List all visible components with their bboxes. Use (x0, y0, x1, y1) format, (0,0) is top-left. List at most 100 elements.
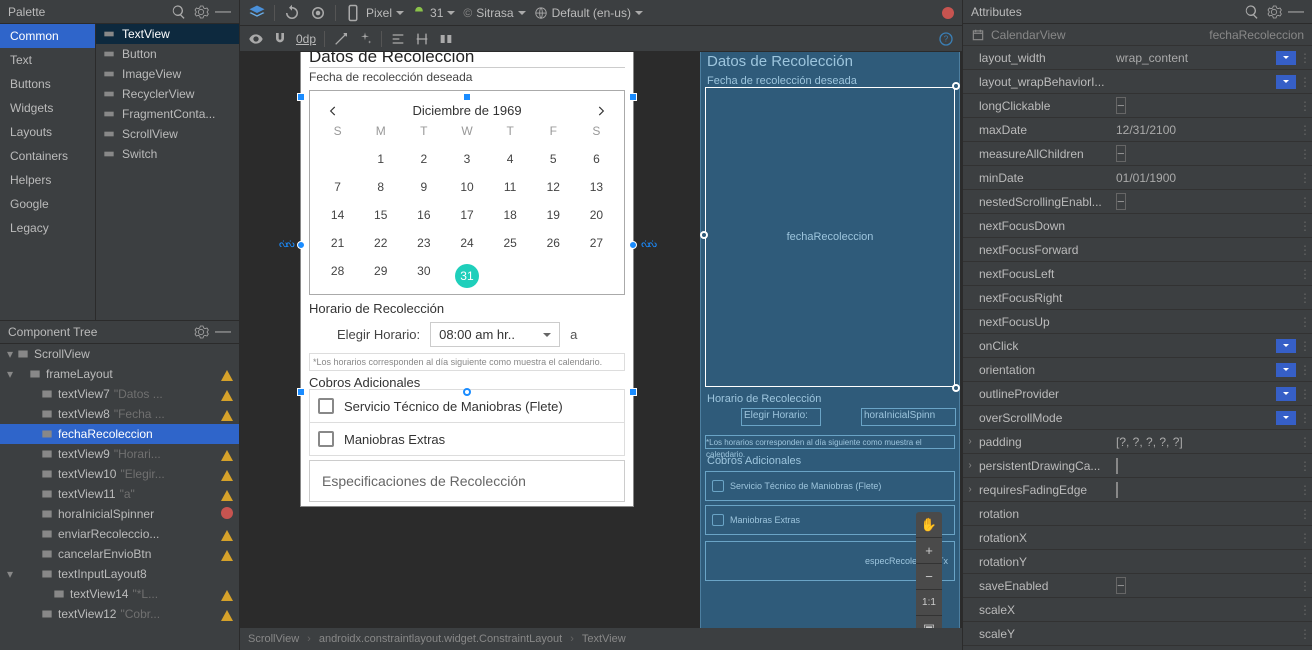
more-icon[interactable]: ⋮ (1298, 243, 1312, 257)
calendar-day[interactable]: 3 (445, 152, 488, 166)
calendar-day[interactable]: 28 (316, 264, 359, 288)
attribute-row[interactable]: ›requiresFadingEdge⋮ (963, 478, 1312, 502)
palette-item[interactable]: RecyclerView (96, 84, 239, 104)
calendar-day[interactable]: 21 (316, 236, 359, 250)
calendar-day[interactable]: 12 (532, 180, 575, 194)
dropdown-icon[interactable] (1276, 387, 1296, 401)
tree-row[interactable]: ▾frameLayout (0, 364, 239, 384)
error-indicator-icon[interactable] (942, 7, 954, 19)
attribute-row[interactable]: orientation⋮ (963, 358, 1312, 382)
more-icon[interactable]: ⋮ (1298, 579, 1312, 593)
calendar-day[interactable]: 5 (532, 152, 575, 166)
calendar-day[interactable]: 8 (359, 180, 402, 194)
palette-category-common[interactable]: Common (0, 24, 95, 48)
calendar-day[interactable]: 7 (316, 180, 359, 194)
palette-category-buttons[interactable]: Buttons (0, 72, 95, 96)
calendar-day[interactable]: 31 (445, 264, 488, 288)
wand-icon[interactable] (333, 31, 349, 47)
attribute-row[interactable]: ›padding[?, ?, ?, ?, ?]⋮ (963, 430, 1312, 454)
more-icon[interactable]: ⋮ (1298, 411, 1312, 425)
palette-item[interactable]: ImageView (96, 64, 239, 84)
hora-spinner[interactable]: 08:00 am hr.. (430, 322, 560, 347)
more-icon[interactable]: ⋮ (1298, 435, 1312, 449)
tree-row[interactable]: horaInicialSpinner (0, 504, 239, 524)
more-icon[interactable]: ⋮ (1298, 267, 1312, 281)
calendar-day[interactable]: 11 (489, 180, 532, 194)
attribute-row[interactable]: nextFocusUp⋮ (963, 310, 1312, 334)
dropdown-icon[interactable] (1276, 411, 1296, 425)
dropdown-icon[interactable] (1276, 51, 1296, 65)
calendar-day[interactable]: 2 (402, 152, 445, 166)
help-icon[interactable]: ? (938, 31, 954, 47)
tree-row[interactable]: textView10"Elegir... (0, 464, 239, 484)
more-icon[interactable]: ⋮ (1298, 627, 1312, 641)
calendar-day[interactable]: 10 (445, 180, 488, 194)
tree-row[interactable]: enviarRecoleccio... (0, 524, 239, 544)
attribute-row[interactable]: rotation⋮ (963, 502, 1312, 526)
tree-row[interactable]: cancelarEnvioBtn (0, 544, 239, 564)
dropdown-icon[interactable] (1276, 363, 1296, 377)
calendar-day[interactable]: 26 (532, 236, 575, 250)
attribute-row[interactable]: nextFocusRight⋮ (963, 286, 1312, 310)
palette-category-containers[interactable]: Containers (0, 144, 95, 168)
gear-icon[interactable] (193, 324, 209, 340)
tree-row[interactable]: fechaRecoleccion (0, 424, 239, 444)
check-servicio[interactable]: Servicio Técnico de Maniobras (Flete) (309, 389, 625, 423)
dropdown-icon[interactable] (1276, 339, 1296, 353)
palette-item[interactable]: Button (96, 44, 239, 64)
tree-row[interactable]: textView9"Horari... (0, 444, 239, 464)
tree-row[interactable]: textView14"*L... (0, 584, 239, 604)
attribute-row[interactable]: overScrollMode⋮ (963, 406, 1312, 430)
calendar-day[interactable]: 14 (316, 208, 359, 222)
attribute-row[interactable]: minDate01/01/1900⋮ (963, 166, 1312, 190)
calendar-day[interactable]: 6 (575, 152, 618, 166)
attribute-row[interactable]: outlineProvider⋮ (963, 382, 1312, 406)
chevron-left-icon[interactable] (326, 104, 340, 118)
more-icon[interactable]: ⋮ (1298, 507, 1312, 521)
espec-input[interactable]: Especificaciones de Recolección (309, 460, 625, 502)
calendar-day[interactable]: 9 (402, 180, 445, 194)
tree-row[interactable]: textView7"Datos ... (0, 384, 239, 404)
attribute-row[interactable]: measureAllChildren−⋮ (963, 142, 1312, 166)
palette-category-helpers[interactable]: Helpers (0, 168, 95, 192)
calendar-day[interactable]: 30 (402, 264, 445, 288)
attribute-row[interactable]: nestedScrollingEnabl...−⋮ (963, 190, 1312, 214)
attribute-row[interactable]: layout_widthwrap_content⋮ (963, 46, 1312, 70)
design-preview[interactable]: Datos de Recolección Fecha de recolecció… (300, 52, 634, 507)
attribute-row[interactable]: ›persistentDrawingCa...⋮ (963, 454, 1312, 478)
tree-row[interactable]: textView11"a" (0, 484, 239, 504)
palette-category-layouts[interactable]: Layouts (0, 120, 95, 144)
palette-item[interactable]: ScrollView (96, 124, 239, 144)
search-icon[interactable] (171, 4, 187, 20)
attributes-list[interactable]: layout_widthwrap_content⋮layout_wrapBeha… (963, 46, 1312, 650)
chevron-right-icon[interactable] (594, 104, 608, 118)
more-icon[interactable]: ⋮ (1298, 219, 1312, 233)
attribute-row[interactable]: nextFocusDown⋮ (963, 214, 1312, 238)
calendar-day[interactable]: 24 (445, 236, 488, 250)
tree-row[interactable]: ▾textInputLayout8 (0, 564, 239, 584)
zoom-in-button[interactable]: + (916, 538, 942, 564)
more-icon[interactable]: ⋮ (1298, 531, 1312, 545)
more-icon[interactable]: ⋮ (1298, 387, 1312, 401)
attribute-row[interactable]: layout_wrapBehaviorI...⋮ (963, 70, 1312, 94)
palette-item[interactable]: TextView (96, 24, 239, 44)
search-icon[interactable] (1244, 4, 1260, 20)
pack-icon[interactable] (438, 31, 454, 47)
sparkle-icon[interactable] (357, 31, 373, 47)
tree-row[interactable]: textView8"Fecha ... (0, 404, 239, 424)
more-icon[interactable]: ⋮ (1298, 75, 1312, 89)
check-maniobras[interactable]: Maniobras Extras (309, 422, 625, 456)
component-tree[interactable]: ▾ScrollView▾frameLayouttextView7"Datos .… (0, 344, 239, 632)
attribute-row[interactable]: rotationY⋮ (963, 550, 1312, 574)
minimize-icon[interactable]: — (215, 4, 231, 20)
calendar-day[interactable]: 27 (575, 236, 618, 250)
gear-icon[interactable] (1266, 4, 1282, 20)
calendar-day[interactable]: 22 (359, 236, 402, 250)
calendar-day[interactable]: 18 (489, 208, 532, 222)
calendar-day[interactable]: 29 (359, 264, 402, 288)
tree-row[interactable]: ▾ScrollView (0, 344, 239, 364)
eye-icon[interactable] (248, 31, 264, 47)
palette-item[interactable]: Switch (96, 144, 239, 164)
theme-preview-icon[interactable] (309, 4, 327, 22)
device-selector[interactable]: Pixel (344, 4, 404, 22)
